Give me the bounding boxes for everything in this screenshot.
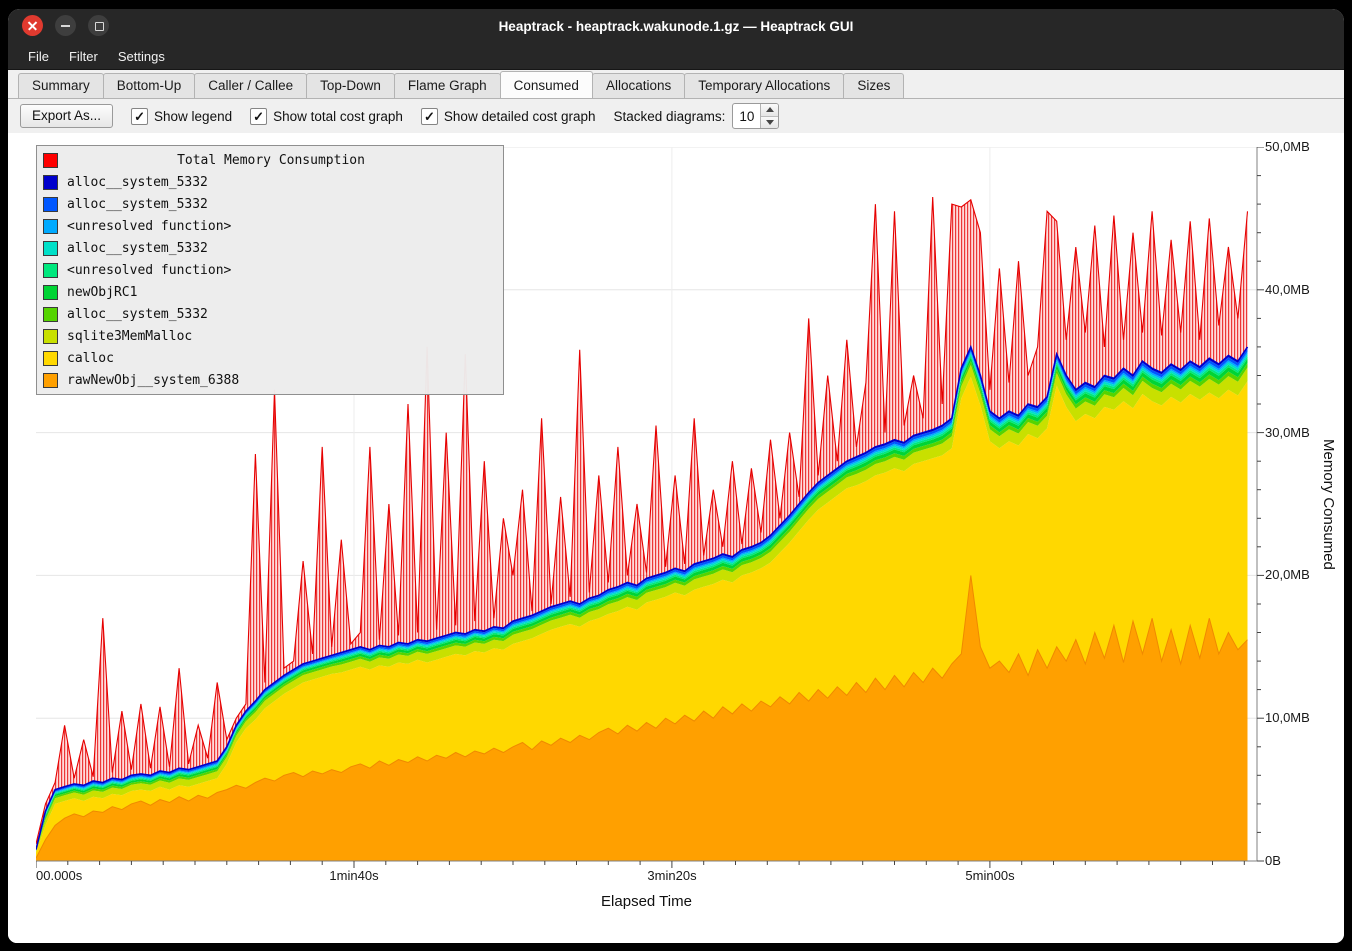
x-tick-label: 1min40s <box>329 868 378 883</box>
menu-settings[interactable]: Settings <box>108 46 175 67</box>
legend-label: alloc__system_5332 <box>67 197 208 212</box>
stepper-buttons <box>760 104 778 128</box>
show-detailed-cost-checkbox[interactable]: Show detailed cost graph <box>421 108 596 125</box>
close-icon[interactable] <box>22 15 43 36</box>
x-tick-label: 00.000s <box>36 868 82 883</box>
legend-item: <unresolved function> <box>41 215 499 237</box>
tab-consumed[interactable]: Consumed <box>500 71 593 98</box>
checkbox-label: Show total cost graph <box>273 109 403 124</box>
legend-item: alloc__system_5332 <box>41 193 499 215</box>
legend-item: alloc__system_5332 <box>41 303 499 325</box>
legend-swatch <box>43 307 58 322</box>
maximize-icon[interactable] <box>88 15 109 36</box>
legend-swatch <box>43 219 58 234</box>
stacked-diagrams-value[interactable]: 10 <box>733 104 760 128</box>
y-tick-label: 40,0MB <box>1265 282 1310 298</box>
window-title: Heaptrack - heaptrack.wakunode.1.gz — He… <box>499 19 854 34</box>
legend-label: calloc <box>67 351 114 366</box>
y-tick-label: 30,0MB <box>1265 425 1310 441</box>
y-axis-title: Memory Consumed <box>1320 147 1337 861</box>
tab-allocations[interactable]: Allocations <box>592 73 685 98</box>
legend-swatch <box>43 351 58 366</box>
show-total-cost-checkbox[interactable]: Show total cost graph <box>250 108 403 125</box>
legend-label: alloc__system_5332 <box>67 307 208 322</box>
legend-label: <unresolved function> <box>67 263 231 278</box>
chart-toolbar: Export As... Show legend Show total cost… <box>8 99 1344 133</box>
chart-legend: Total Memory Consumption alloc__system_5… <box>36 145 504 395</box>
checkbox-label: Show detailed cost graph <box>444 109 596 124</box>
tab-caller-callee[interactable]: Caller / Callee <box>194 73 307 98</box>
y-tick-label: 0B <box>1265 853 1281 869</box>
export-as-button[interactable]: Export As... <box>20 104 113 128</box>
checkbox-icon[interactable] <box>421 108 438 125</box>
legend-item: sqlite3MemMalloc <box>41 325 499 347</box>
tab-top-down[interactable]: Top-Down <box>306 73 395 98</box>
checkbox-icon[interactable] <box>131 108 148 125</box>
legend-item: alloc__system_5332 <box>41 171 499 193</box>
stepper-down-icon[interactable] <box>761 116 778 129</box>
tab-flame-graph[interactable]: Flame Graph <box>394 73 501 98</box>
legend-label: sqlite3MemMalloc <box>67 329 192 344</box>
checkbox-label: Show legend <box>154 109 232 124</box>
legend-swatch <box>43 263 58 278</box>
legend-label: rawNewObj__system_6388 <box>67 373 239 388</box>
y-tick-label: 20,0MB <box>1265 567 1310 583</box>
legend-title-row: Total Memory Consumption <box>41 149 499 171</box>
y-tick-label: 50,0MB <box>1265 139 1310 155</box>
y-tick-label: 10,0MB <box>1265 710 1310 726</box>
menu-bar: File Filter Settings <box>8 43 1344 70</box>
legend-title: Total Memory Consumption <box>67 153 497 168</box>
legend-swatch <box>43 373 58 388</box>
legend-label: <unresolved function> <box>67 219 231 234</box>
stacked-diagrams-stepper[interactable]: 10 <box>732 103 779 129</box>
legend-item: <unresolved function> <box>41 259 499 281</box>
tab-summary[interactable]: Summary <box>18 73 104 98</box>
legend-swatch <box>43 153 58 168</box>
legend-swatch <box>43 285 58 300</box>
legend-item: alloc__system_5332 <box>41 237 499 259</box>
minimize-icon[interactable] <box>55 15 76 36</box>
consumed-chart-area[interactable]: Total Memory Consumption alloc__system_5… <box>8 133 1344 943</box>
tab-temporary-allocations[interactable]: Temporary Allocations <box>684 73 844 98</box>
legend-label: alloc__system_5332 <box>67 175 208 190</box>
x-axis-title: Elapsed Time <box>36 893 1257 910</box>
tab-bar: Summary Bottom-Up Caller / Callee Top-Do… <box>8 70 1344 99</box>
menu-filter[interactable]: Filter <box>59 46 108 67</box>
window-controls <box>22 15 109 36</box>
legend-swatch <box>43 197 58 212</box>
legend-swatch <box>43 329 58 344</box>
stepper-up-icon[interactable] <box>761 104 778 116</box>
legend-item: calloc <box>41 347 499 369</box>
stacked-diagrams-label: Stacked diagrams: <box>614 109 726 124</box>
checkbox-icon[interactable] <box>250 108 267 125</box>
legend-item: rawNewObj__system_6388 <box>41 369 499 391</box>
stacked-diagrams-group: Stacked diagrams: 10 <box>614 103 780 129</box>
legend-label: newObjRC1 <box>67 285 137 300</box>
legend-label: alloc__system_5332 <box>67 241 208 256</box>
tab-sizes[interactable]: Sizes <box>843 73 904 98</box>
x-tick-label: 5min00s <box>965 868 1014 883</box>
x-tick-label: 3min20s <box>647 868 696 883</box>
legend-item: newObjRC1 <box>41 281 499 303</box>
show-legend-checkbox[interactable]: Show legend <box>131 108 232 125</box>
legend-swatch <box>43 241 58 256</box>
menu-file[interactable]: File <box>18 46 59 67</box>
title-bar[interactable]: Heaptrack - heaptrack.wakunode.1.gz — He… <box>8 9 1344 43</box>
tab-bottom-up[interactable]: Bottom-Up <box>103 73 196 98</box>
heaptrack-window: Heaptrack - heaptrack.wakunode.1.gz — He… <box>8 9 1344 943</box>
legend-swatch <box>43 175 58 190</box>
